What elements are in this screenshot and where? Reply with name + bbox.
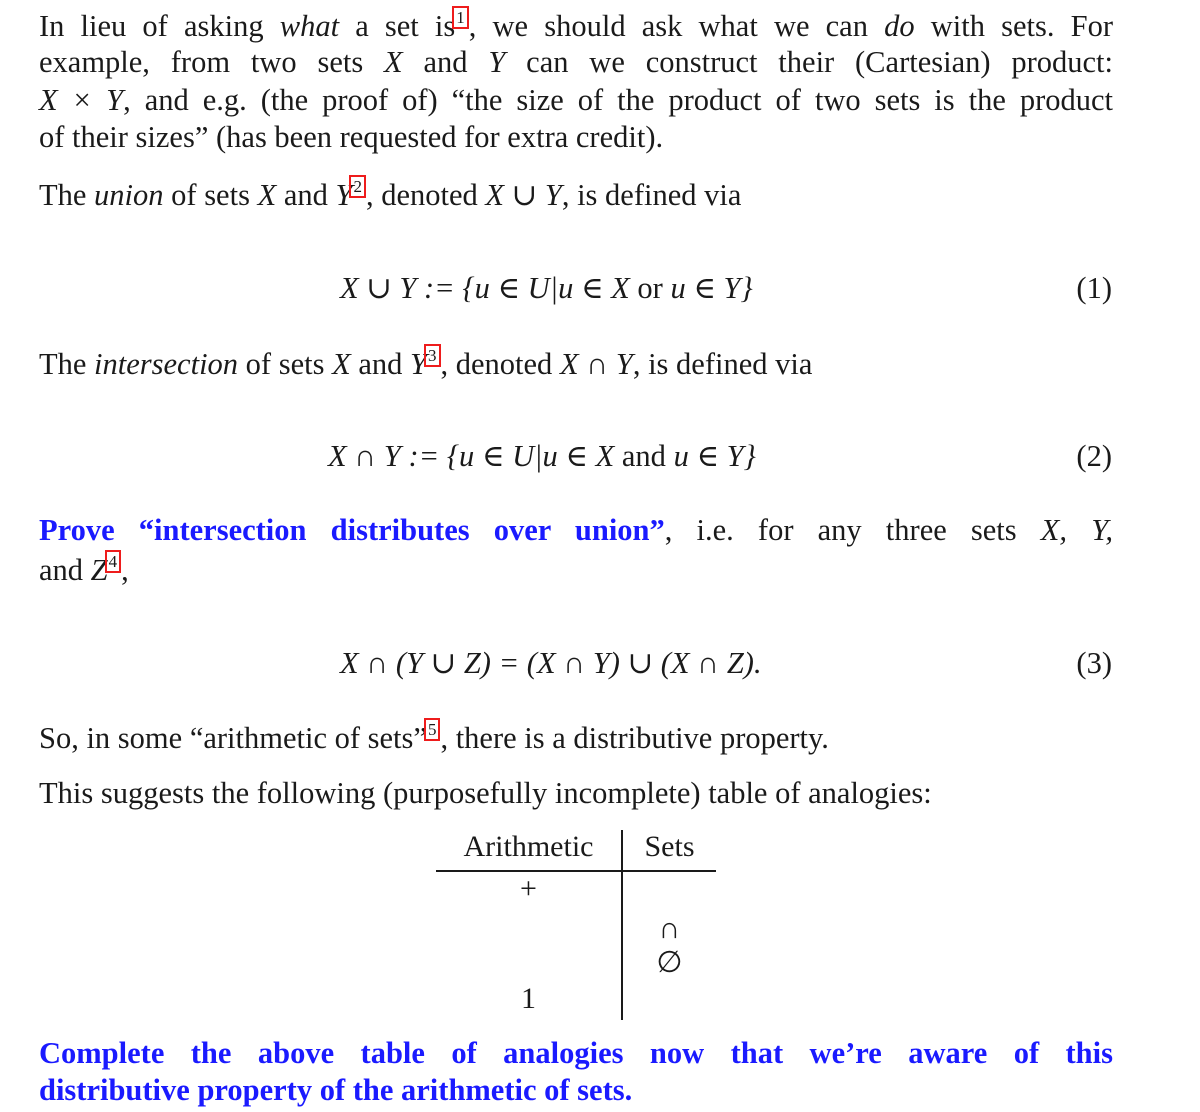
math-word: or bbox=[637, 271, 663, 305]
text: a set is bbox=[339, 9, 456, 43]
equation-1-body: X ∪ Y := {u ∈ U|u ∈ X or u ∈ Y} bbox=[340, 268, 753, 308]
emphasis-intersection: intersection bbox=[94, 347, 239, 381]
math-var: X bbox=[257, 178, 277, 212]
math-vars: X, Y, bbox=[1040, 513, 1113, 547]
text: and bbox=[402, 45, 489, 79]
table-header-arithmetic: Arithmetic bbox=[463, 830, 594, 863]
paragraph-arithmetic-of-sets: So, in some “arithmetic of sets”5, there… bbox=[39, 718, 829, 757]
table-cell-sets-intersection: ∩ bbox=[658, 912, 681, 945]
paragraph-1-line-4: of their sizes” (has been requested for … bbox=[39, 120, 664, 154]
paragraph-1-line-1: In lieu of asking what a set is1, we sho… bbox=[39, 6, 1113, 45]
table-header-sets: Sets bbox=[644, 830, 695, 863]
math-var: Y bbox=[488, 45, 506, 79]
footnote-link-2[interactable]: 2 bbox=[349, 175, 366, 198]
prove-task-line-2: and Z4, bbox=[39, 550, 129, 589]
text: of sets bbox=[238, 347, 333, 381]
equation-3-body: X ∩ (Y ∪ Z) = (X ∩ Y) ∪ (X ∩ Z). bbox=[340, 646, 762, 680]
task-complete-table-line-2: distributive property of the arithmetic … bbox=[39, 1073, 633, 1107]
math-product: X × Y bbox=[39, 83, 124, 117]
prove-task-line-1: Prove “intersection distributes over uni… bbox=[39, 512, 1113, 549]
task-complete-table-line-1: Complete the above table of analogies no… bbox=[39, 1036, 1113, 1070]
paragraph-union: The union of sets X and Y2, denoted X ∪ … bbox=[39, 175, 741, 214]
footnote-link-5[interactable]: 5 bbox=[423, 718, 441, 741]
text: and bbox=[276, 178, 336, 212]
text: and bbox=[39, 553, 91, 587]
text: In lieu of asking bbox=[39, 9, 280, 43]
text: The bbox=[39, 347, 95, 381]
text: So, in some “arithmetic of sets” bbox=[39, 721, 427, 755]
text: example, from two sets bbox=[39, 45, 385, 79]
text: can we construct their (Cartesian) produ… bbox=[505, 45, 1113, 79]
text: , bbox=[121, 553, 129, 587]
paragraph-intersection: The intersection of sets X and Y3, denot… bbox=[39, 344, 812, 383]
equation-number-2: (2) bbox=[1076, 439, 1112, 473]
text: , is defined via bbox=[632, 347, 813, 381]
text: and bbox=[350, 347, 411, 381]
math: X ∩ Y := {u ∈ U|u ∈ X bbox=[328, 439, 622, 473]
paragraph-1-line-3: X × Y, and e.g. (the proof of) “the size… bbox=[39, 82, 1113, 119]
table-cell-sets-emptyset: ∅ bbox=[656, 946, 683, 979]
equation-number-3: (3) bbox=[1076, 646, 1112, 680]
text: with sets. For bbox=[914, 9, 1113, 43]
table-cell-arithmetic-plus: + bbox=[520, 872, 537, 905]
math: u ∈ Y} bbox=[662, 271, 753, 305]
math-var: X bbox=[332, 347, 351, 381]
math-word: and bbox=[621, 439, 666, 473]
text: , there is a distributive property. bbox=[440, 721, 829, 755]
footnote-link-1[interactable]: 1 bbox=[452, 6, 469, 29]
emphasis-what: what bbox=[279, 9, 340, 43]
paragraph-1-line-2: example, from two sets X and Y can we co… bbox=[39, 44, 1113, 81]
equation-number-1: (1) bbox=[1076, 271, 1112, 305]
emphasis-do: do bbox=[884, 9, 915, 43]
emphasis-union: union bbox=[94, 178, 164, 212]
math-union: X ∪ Y bbox=[485, 178, 562, 212]
text: , denoted bbox=[365, 178, 486, 212]
footnote-link-3[interactable]: 3 bbox=[424, 344, 441, 367]
text: , is defined via bbox=[561, 178, 742, 212]
footnote-link-4[interactable]: 4 bbox=[104, 550, 122, 573]
task-prove-distributive: Prove “intersection distributes over uni… bbox=[39, 513, 665, 547]
text: of sets bbox=[163, 178, 258, 212]
text: , i.e. for any three sets bbox=[664, 513, 1041, 547]
math-intersection: X ∩ Y bbox=[559, 347, 633, 381]
math: u ∈ Y} bbox=[665, 439, 756, 473]
text: , denoted bbox=[440, 347, 560, 381]
math: X ∪ Y := {u ∈ U|u ∈ X bbox=[340, 271, 638, 305]
math-var: X bbox=[384, 45, 403, 79]
text: The bbox=[39, 178, 95, 212]
table-cell-arithmetic-one: 1 bbox=[521, 982, 536, 1015]
equation-2-body: X ∩ Y := {u ∈ U|u ∈ X and u ∈ Y} bbox=[328, 436, 756, 476]
text: , we should ask what we can bbox=[468, 9, 885, 43]
text: , and e.g. (the proof of) “the size of t… bbox=[123, 83, 1113, 117]
paragraph-table-intro: This suggests the following (purposefull… bbox=[39, 776, 932, 810]
analogies-table: Arithmetic Sets + ∩ ∅ 1 bbox=[436, 830, 716, 1020]
